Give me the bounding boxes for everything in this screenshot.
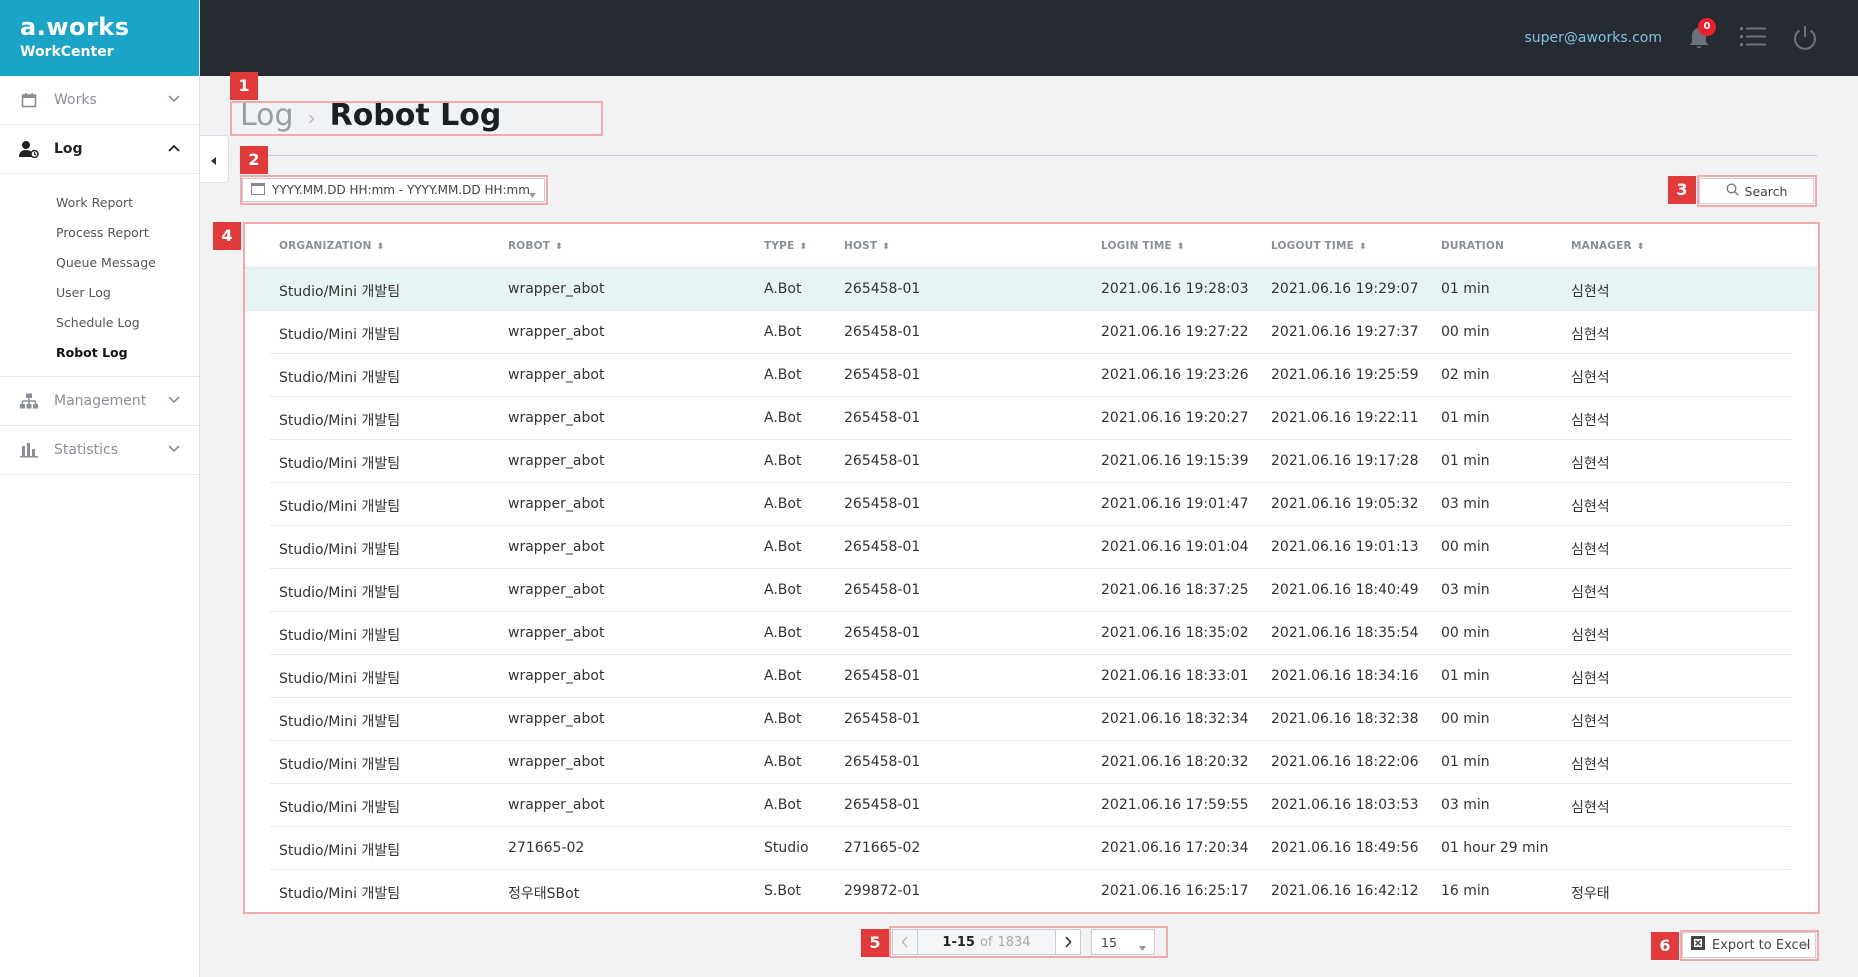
chevron-down-icon bbox=[167, 442, 181, 458]
chevron-down-icon bbox=[167, 92, 181, 108]
annotation-marker-6: 6 bbox=[1651, 932, 1679, 960]
brand[interactable]: a.works WorkCenter bbox=[0, 0, 199, 76]
notification-badge: 0 bbox=[1698, 18, 1716, 36]
caret-left-icon bbox=[211, 150, 217, 169]
annotation-marker-1: 1 bbox=[230, 72, 258, 100]
sidebar-item-label: Management bbox=[54, 393, 147, 409]
annotation-marker-5: 5 bbox=[861, 929, 889, 957]
annotation-outline-4 bbox=[243, 222, 1820, 914]
sidebar-item-statistics[interactable]: Statistics bbox=[0, 426, 199, 475]
submenu-work-report[interactable]: Work Report bbox=[56, 188, 199, 218]
power-icon[interactable] bbox=[1792, 24, 1818, 56]
brand-product: WorkCenter bbox=[20, 44, 114, 60]
hierarchy-icon bbox=[18, 390, 40, 412]
annotation-outline-6 bbox=[1680, 930, 1819, 961]
submenu-process-report[interactable]: Process Report bbox=[56, 218, 199, 248]
annotation-outline-5 bbox=[889, 926, 1168, 958]
top-bar: super@aworks.com 0 bbox=[200, 0, 1858, 76]
notification-button[interactable]: 0 bbox=[1688, 18, 1716, 54]
submenu-schedule-log[interactable]: Schedule Log bbox=[56, 308, 199, 338]
submenu-user-log[interactable]: User Log bbox=[56, 278, 199, 308]
log-submenu: Work Report Process Report Queue Message… bbox=[0, 174, 199, 377]
divider bbox=[240, 155, 1817, 156]
submenu-queue-message[interactable]: Queue Message bbox=[56, 248, 199, 278]
sidebar-item-label: Log bbox=[54, 141, 83, 157]
sidebar-collapse-button[interactable] bbox=[200, 135, 229, 183]
sidebar: a.works WorkCenter Works Log Work Report… bbox=[0, 0, 200, 977]
annotation-marker-3: 3 bbox=[1668, 176, 1696, 204]
user-log-icon bbox=[18, 138, 40, 160]
sidebar-item-works[interactable]: Works bbox=[0, 76, 199, 125]
sidebar-item-label: Statistics bbox=[54, 442, 118, 458]
annotation-outline-2 bbox=[240, 175, 548, 205]
sidebar-item-log[interactable]: Log bbox=[0, 125, 199, 174]
list-menu-icon[interactable] bbox=[1740, 26, 1766, 52]
brand-logo: a.works bbox=[20, 13, 130, 41]
user-email-link[interactable]: super@aworks.com bbox=[1524, 30, 1662, 46]
bar-chart-icon bbox=[18, 439, 40, 461]
submenu-robot-log[interactable]: Robot Log bbox=[56, 338, 199, 368]
annotation-marker-4: 4 bbox=[213, 222, 241, 250]
chevron-down-icon bbox=[167, 393, 181, 409]
sidebar-item-management[interactable]: Management bbox=[0, 377, 199, 426]
sidebar-item-label: Works bbox=[54, 92, 97, 108]
annotation-marker-2: 2 bbox=[240, 146, 268, 174]
annotation-outline-3 bbox=[1697, 175, 1817, 207]
chevron-up-icon bbox=[167, 141, 181, 157]
calendar-icon bbox=[18, 89, 40, 111]
annotation-outline-1 bbox=[230, 101, 603, 136]
